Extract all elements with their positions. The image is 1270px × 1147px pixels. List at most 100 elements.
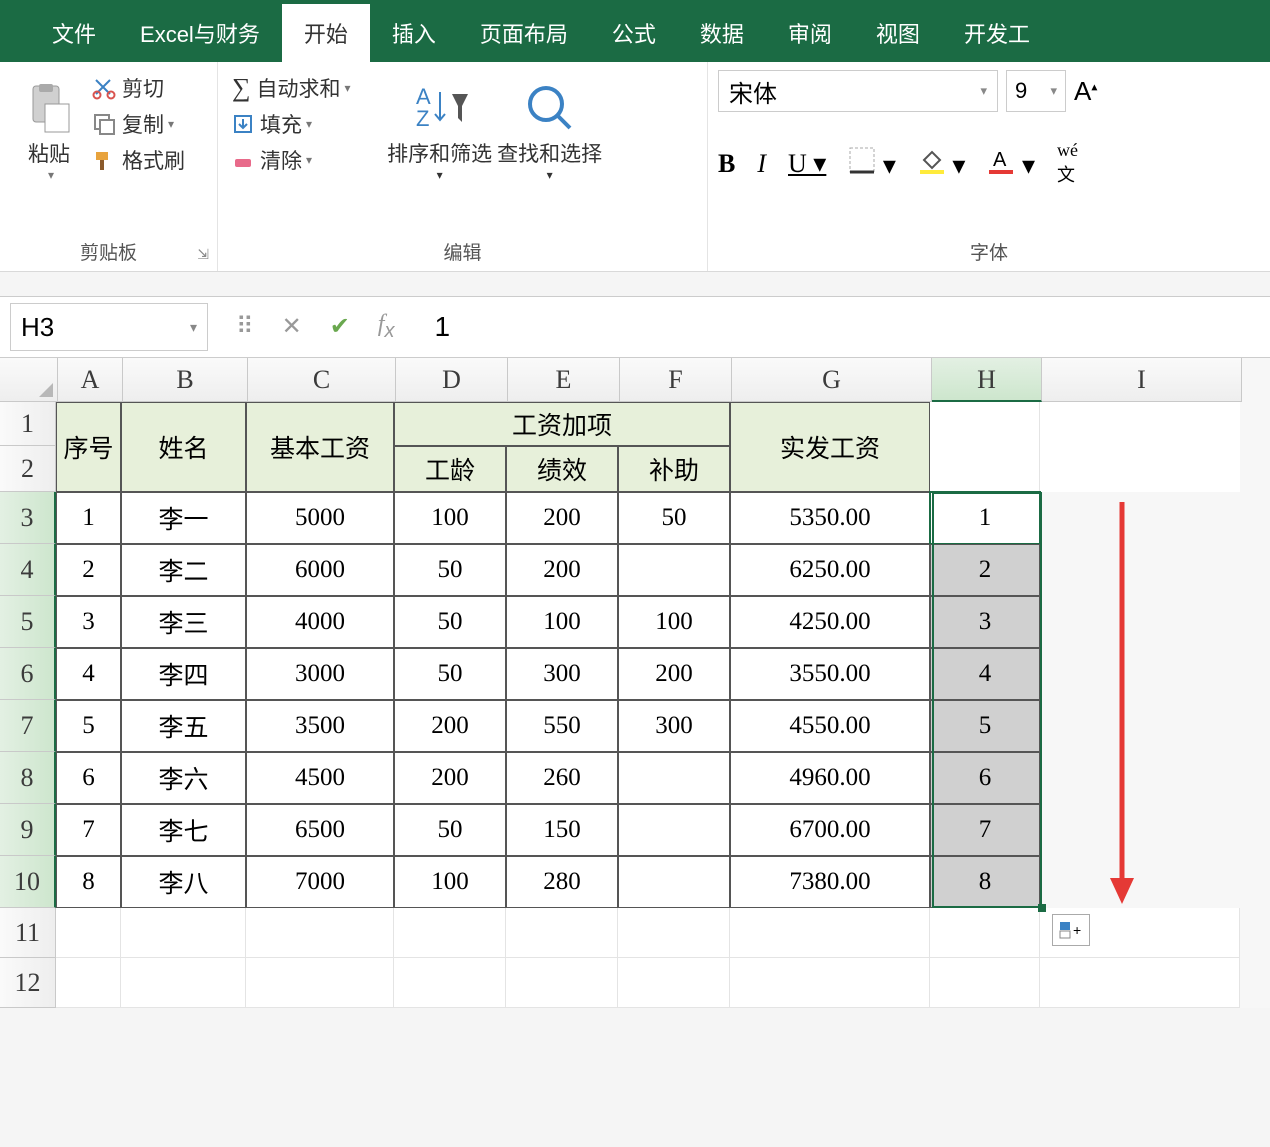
- font-size-select[interactable]: 9▾: [1006, 70, 1066, 112]
- tab-file[interactable]: 文件: [30, 4, 118, 62]
- cell-H6[interactable]: 4: [930, 648, 1040, 700]
- cell-C10[interactable]: 7000: [246, 856, 394, 908]
- tab-excel-finance[interactable]: Excel与财务: [118, 4, 282, 62]
- formula-input[interactable]: 1: [434, 311, 450, 343]
- fill-color-button[interactable]: ▾: [918, 146, 966, 181]
- cell-F6[interactable]: 200: [618, 648, 730, 700]
- cell-C11[interactable]: [246, 908, 394, 958]
- font-name-select[interactable]: 宋体▾: [718, 70, 998, 112]
- cell-I12[interactable]: [1040, 958, 1240, 1008]
- copy-button[interactable]: 复制: [88, 106, 189, 142]
- cell-F12[interactable]: [618, 958, 730, 1008]
- cell-H1-2[interactable]: [930, 402, 1040, 492]
- cell-F11[interactable]: [618, 908, 730, 958]
- cell-C4[interactable]: 6000: [246, 544, 394, 596]
- cell-D6[interactable]: 50: [394, 648, 506, 700]
- find-select-button[interactable]: 查找和选择▾: [495, 70, 605, 182]
- cell-A10[interactable]: 8: [56, 856, 121, 908]
- row-header-6[interactable]: 6: [0, 648, 56, 700]
- cell-E10[interactable]: 280: [506, 856, 618, 908]
- clear-button[interactable]: 清除: [228, 142, 355, 178]
- cell-B7[interactable]: 李五: [121, 700, 246, 752]
- cell-E12[interactable]: [506, 958, 618, 1008]
- cut-button[interactable]: 剪切: [88, 70, 189, 106]
- cell-I1-2[interactable]: [1040, 402, 1240, 492]
- cell-B5[interactable]: 李三: [121, 596, 246, 648]
- clipboard-launcher[interactable]: ⇲: [197, 246, 209, 263]
- cell-E7[interactable]: 550: [506, 700, 618, 752]
- cell-H4[interactable]: 2: [930, 544, 1040, 596]
- cell-A11[interactable]: [56, 908, 121, 958]
- col-header-F[interactable]: F: [620, 358, 732, 402]
- tab-formulas[interactable]: 公式: [590, 4, 678, 62]
- cell-E4[interactable]: 200: [506, 544, 618, 596]
- cell-F3[interactable]: 50: [618, 492, 730, 544]
- cell-H7[interactable]: 5: [930, 700, 1040, 752]
- cell-D7[interactable]: 200: [394, 700, 506, 752]
- cell-H12[interactable]: [930, 958, 1040, 1008]
- row-header-3[interactable]: 3: [0, 492, 56, 544]
- tab-review[interactable]: 审阅: [766, 4, 854, 62]
- cell-H8[interactable]: 6: [930, 752, 1040, 804]
- cell-D12[interactable]: [394, 958, 506, 1008]
- cell-C9[interactable]: 6500: [246, 804, 394, 856]
- row-header-5[interactable]: 5: [0, 596, 56, 648]
- paste-button[interactable]: 粘贴: [10, 70, 88, 182]
- cell-A3[interactable]: 1: [56, 492, 121, 544]
- cell-G4[interactable]: 6250.00: [730, 544, 930, 596]
- col-header-C[interactable]: C: [248, 358, 396, 402]
- cell-D9[interactable]: 50: [394, 804, 506, 856]
- cell-E3[interactable]: 200: [506, 492, 618, 544]
- hdr-net[interactable]: 实发工资: [730, 402, 930, 492]
- format-painter-button[interactable]: 格式刷: [88, 142, 189, 178]
- row-header-4[interactable]: 4: [0, 544, 56, 596]
- cell-D8[interactable]: 200: [394, 752, 506, 804]
- hdr-sub[interactable]: 补助: [618, 446, 730, 492]
- cell-B4[interactable]: 李二: [121, 544, 246, 596]
- cell-B9[interactable]: 李七: [121, 804, 246, 856]
- row-header-8[interactable]: 8: [0, 752, 56, 804]
- cell-G10[interactable]: 7380.00: [730, 856, 930, 908]
- cell-A5[interactable]: 3: [56, 596, 121, 648]
- cancel-icon[interactable]: ✕: [282, 312, 302, 341]
- cell-D5[interactable]: 50: [394, 596, 506, 648]
- cell-E5[interactable]: 100: [506, 596, 618, 648]
- hdr-perf[interactable]: 绩效: [506, 446, 618, 492]
- enter-icon[interactable]: ✔: [330, 312, 350, 341]
- sort-filter-button[interactable]: AZ 排序和筛选▾: [385, 70, 495, 182]
- tab-insert[interactable]: 插入: [370, 4, 458, 62]
- row-header-9[interactable]: 9: [0, 804, 56, 856]
- cell-G8[interactable]: 4960.00: [730, 752, 930, 804]
- cell-F8[interactable]: [618, 752, 730, 804]
- row-header-11[interactable]: 11: [0, 908, 56, 958]
- cell-B11[interactable]: [121, 908, 246, 958]
- cell-H9[interactable]: 7: [930, 804, 1040, 856]
- cell-H3[interactable]: 1: [930, 492, 1040, 544]
- col-header-E[interactable]: E: [508, 358, 620, 402]
- row-header-10[interactable]: 10: [0, 856, 56, 908]
- cell-C7[interactable]: 3500: [246, 700, 394, 752]
- tab-developer[interactable]: 开发工: [942, 4, 1052, 62]
- tab-data[interactable]: 数据: [678, 4, 766, 62]
- cell-G5[interactable]: 4250.00: [730, 596, 930, 648]
- autofill-options-icon[interactable]: +: [1052, 914, 1090, 946]
- hdr-addons[interactable]: 工资加项: [394, 402, 730, 446]
- increase-font-icon[interactable]: A▴: [1074, 76, 1097, 107]
- cell-B3[interactable]: 李一: [121, 492, 246, 544]
- cell-F5[interactable]: 100: [618, 596, 730, 648]
- cell-G3[interactable]: 5350.00: [730, 492, 930, 544]
- tab-view[interactable]: 视图: [854, 4, 942, 62]
- cell-D4[interactable]: 50: [394, 544, 506, 596]
- cell-B6[interactable]: 李四: [121, 648, 246, 700]
- row-header-1[interactable]: 1: [0, 402, 56, 446]
- hdr-name[interactable]: 姓名: [121, 402, 246, 492]
- cell-A9[interactable]: 7: [56, 804, 121, 856]
- fill-button[interactable]: 填充: [228, 106, 355, 142]
- cell-H5[interactable]: 3: [930, 596, 1040, 648]
- cell-E8[interactable]: 260: [506, 752, 618, 804]
- cell-B8[interactable]: 李六: [121, 752, 246, 804]
- hdr-seq[interactable]: 序号: [56, 402, 121, 492]
- cell-G6[interactable]: 3550.00: [730, 648, 930, 700]
- cell-E6[interactable]: 300: [506, 648, 618, 700]
- cell-D11[interactable]: [394, 908, 506, 958]
